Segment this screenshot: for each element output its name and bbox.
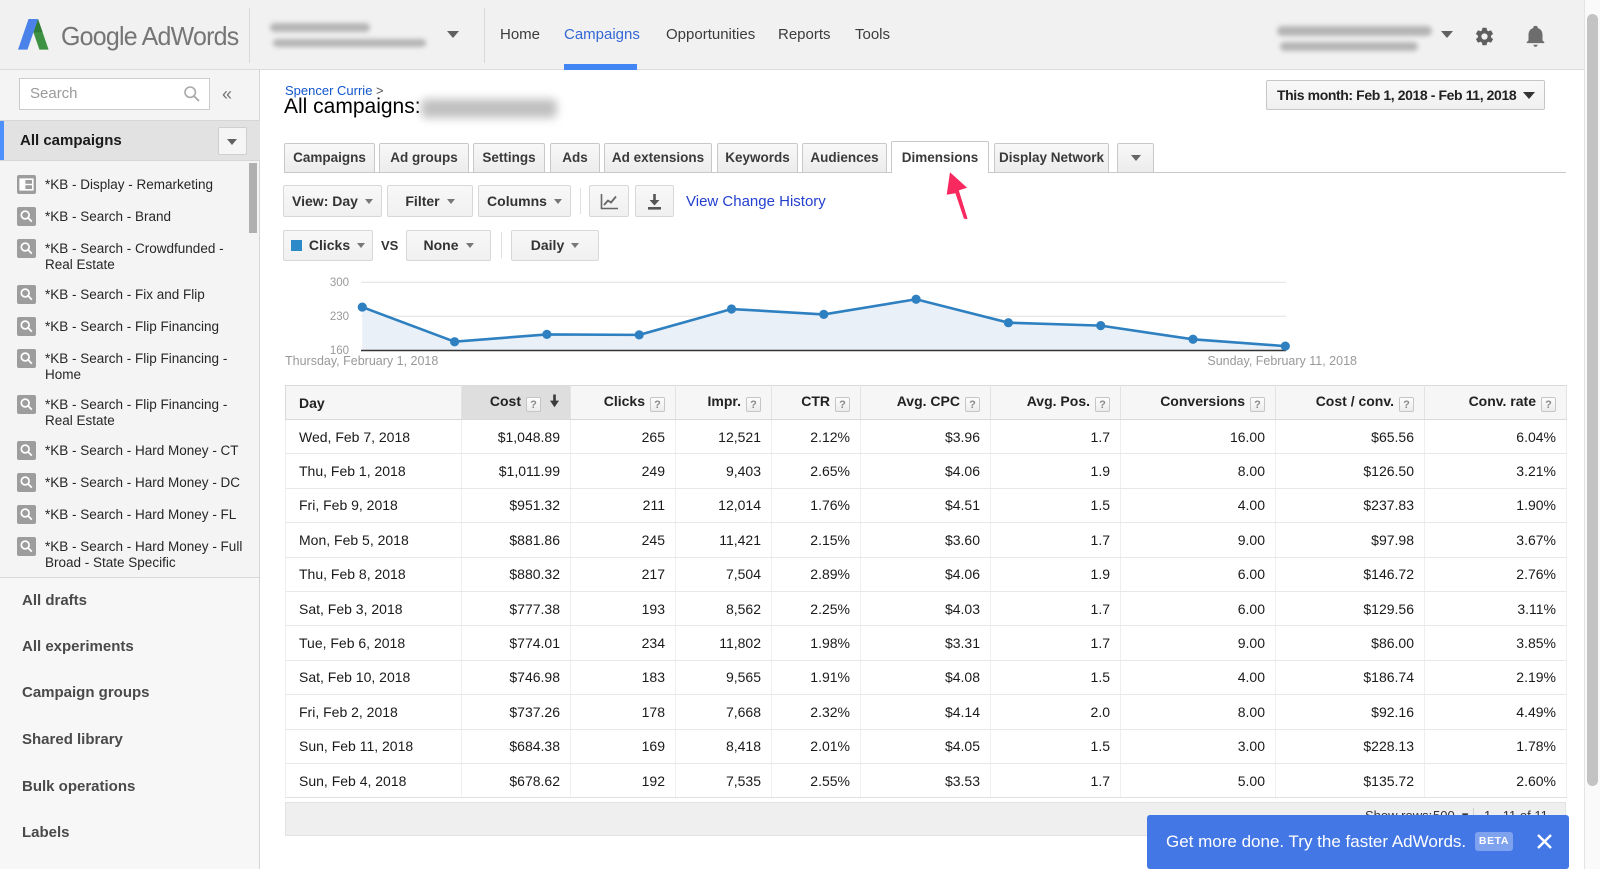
svg-text:300: 300 <box>330 277 349 289</box>
svg-text:Thursday, February 1, 2018: Thursday, February 1, 2018 <box>285 354 438 368</box>
svg-text:230: 230 <box>330 311 349 323</box>
svg-text:Sunday, February 11, 2018: Sunday, February 11, 2018 <box>1207 354 1357 368</box>
